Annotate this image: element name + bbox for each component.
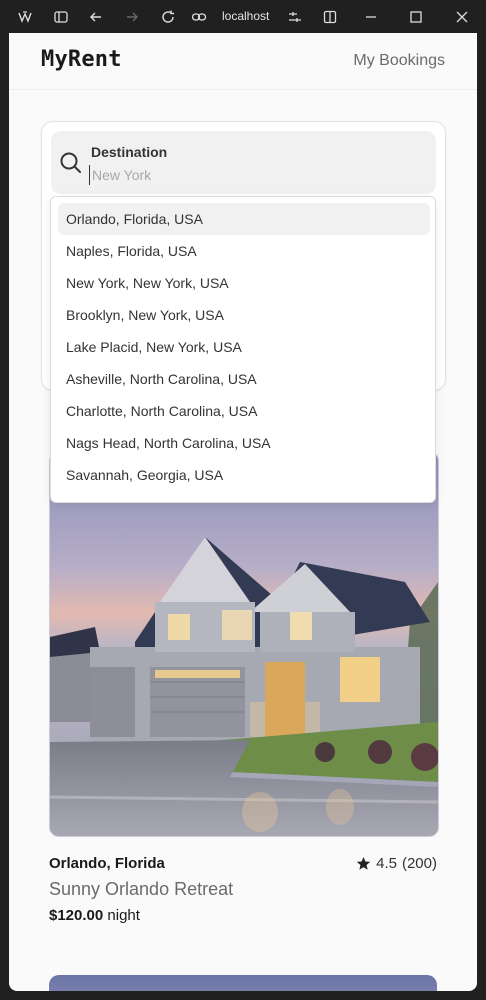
destination-field[interactable]: Destination — [51, 131, 436, 194]
back-icon[interactable] — [86, 7, 106, 27]
listing-rating: 4.5 (200) — [356, 855, 437, 872]
suggestion-item[interactable]: Savannah, Georgia, USA — [58, 459, 430, 491]
price-unit: night — [107, 907, 140, 924]
listing-title[interactable]: Sunny Orlando Retreat — [49, 879, 233, 900]
destination-label: Destination — [91, 144, 168, 160]
destination-input[interactable] — [89, 165, 392, 185]
listing-location: Orlando, Florida — [49, 855, 165, 872]
review-count: (200) — [401, 855, 437, 872]
site-header: MyRent My Bookings — [9, 33, 477, 90]
suggestion-item[interactable]: Naples, Florida, USA — [58, 235, 430, 267]
address-bar-url[interactable]: localhost — [222, 9, 269, 23]
close-icon[interactable] — [452, 7, 472, 27]
listing-price: $120.00 night — [49, 907, 140, 924]
rating-value: 4.5 — [376, 855, 397, 872]
suggestion-item[interactable]: New York, New York, USA — [58, 267, 430, 299]
suggestion-item[interactable]: Charlotte, North Carolina, USA — [58, 395, 430, 427]
minimize-icon[interactable] — [361, 7, 381, 27]
maximize-icon[interactable] — [406, 7, 426, 27]
destination-suggestions: Orlando, Florida, USA Naples, Florida, US… — [50, 196, 436, 503]
split-view-icon[interactable] — [320, 7, 340, 27]
reload-icon[interactable] — [158, 7, 178, 27]
suggestion-item[interactable]: Brooklyn, New York, USA — [58, 299, 430, 331]
app-logo-icon[interactable] — [15, 7, 35, 27]
extensions-icon[interactable] — [285, 7, 305, 27]
page-viewport: MyRent My Bookings Destination New York … — [9, 33, 477, 991]
suggestion-item[interactable]: Asheville, North Carolina, USA — [58, 363, 430, 395]
star-icon — [356, 856, 371, 870]
house-photo — [50, 452, 438, 836]
suggestion-item[interactable]: Orlando, Florida, USA — [58, 203, 430, 235]
link-icon — [189, 7, 209, 27]
browser-toolbar: localhost — [0, 0, 486, 33]
next-listing-image[interactable] — [49, 975, 437, 991]
forward-icon[interactable] — [122, 7, 142, 27]
search-icon — [60, 152, 81, 173]
suggestion-item[interactable]: Nags Head, North Carolina, USA — [58, 427, 430, 459]
my-bookings-link[interactable]: My Bookings — [353, 52, 445, 70]
price-amount: $120.00 — [49, 907, 104, 924]
site-logo[interactable]: MyRent — [41, 47, 122, 72]
sidebar-toggle-icon[interactable] — [51, 7, 71, 27]
suggestion-item[interactable]: Lake Placid, New York, USA — [58, 331, 430, 363]
listing-image[interactable] — [49, 451, 439, 837]
